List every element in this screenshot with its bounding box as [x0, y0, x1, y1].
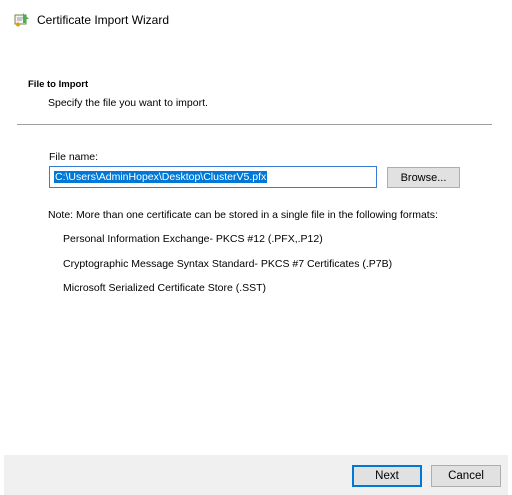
formats-note: Note: More than one certificate can be s… [48, 209, 438, 221]
format-item-pfx: Personal Information Exchange- PKCS #12 … [63, 233, 323, 245]
file-name-value: C:\Users\AdminHopex\Desktop\ClusterV5.pf… [54, 171, 268, 183]
wizard-title-bar: Certificate Import Wizard [14, 10, 169, 30]
file-name-input[interactable]: C:\Users\AdminHopex\Desktop\ClusterV5.pf… [49, 166, 377, 188]
next-button[interactable]: Next [352, 465, 422, 487]
certificate-wizard-icon [14, 13, 29, 27]
format-item-p7b: Cryptographic Message Syntax Standard- P… [63, 258, 393, 270]
browse-button[interactable]: Browse... [387, 167, 460, 188]
certificate-import-wizard: Certificate Import Wizard File to Import… [0, 0, 512, 495]
wizard-title: Certificate Import Wizard [37, 13, 170, 27]
cancel-button[interactable]: Cancel [431, 465, 501, 487]
file-name-label: File name: [49, 151, 99, 163]
section-heading: File to Import [28, 79, 89, 90]
header-divider [17, 124, 492, 125]
section-subtitle: Specify the file you want to import. [48, 97, 208, 109]
format-item-sst: Microsoft Serialized Certificate Store (… [63, 282, 267, 294]
